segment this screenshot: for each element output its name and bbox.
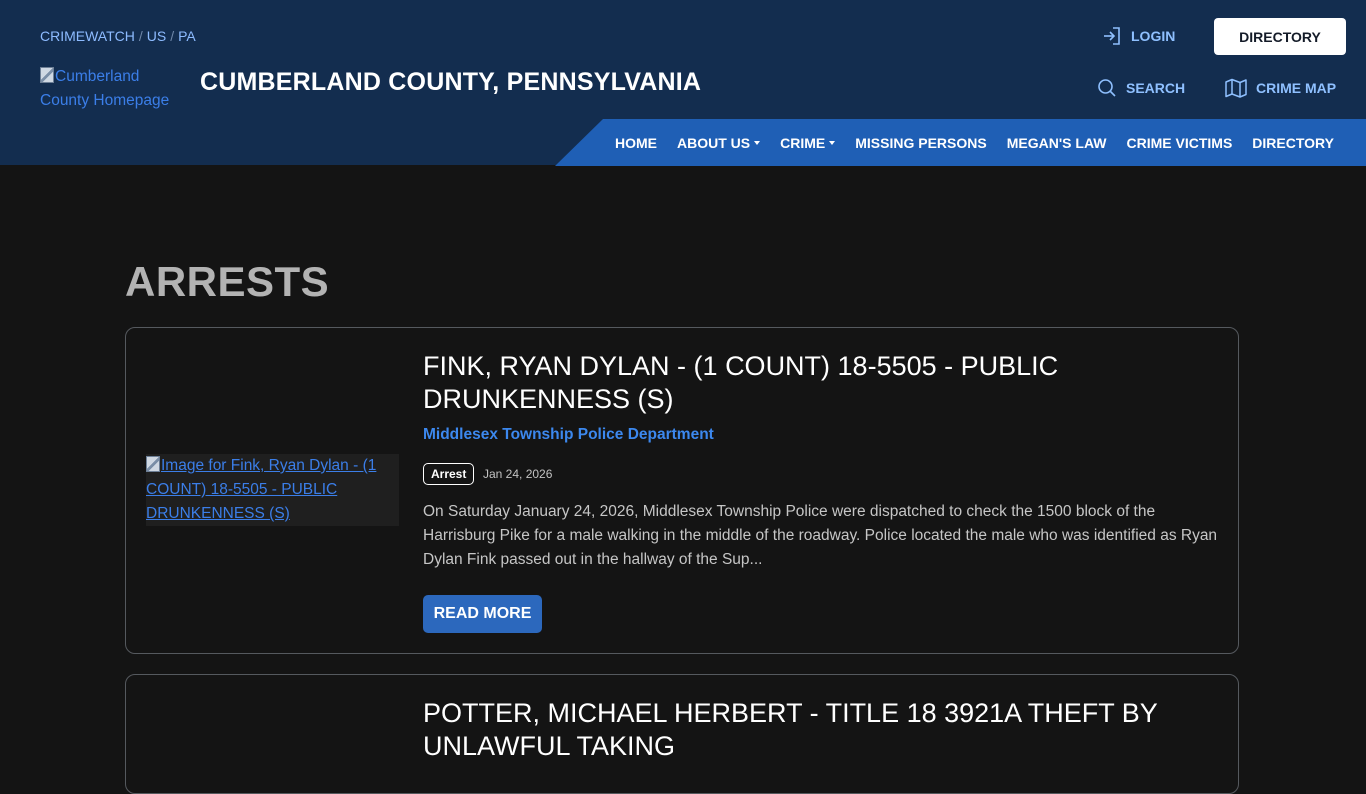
crime-map-label: CRIME MAP xyxy=(1256,80,1337,96)
login-label: LOGIN xyxy=(1131,28,1176,44)
category-badge: Arrest xyxy=(423,463,475,485)
login-arrow-icon xyxy=(1104,27,1120,45)
site-header: CRIMEWATCH / US / PA Cumberland County Homep… xyxy=(0,0,1366,166)
logo-alt-text: Cumberland County Homepage xyxy=(40,68,170,109)
nav-item-label: HOME xyxy=(615,134,657,151)
nav-item-crime-victims[interactable]: CRIME VICTIMS xyxy=(1117,135,1243,151)
nav-item-label: MEGAN'S LAW xyxy=(1006,134,1107,151)
login-link[interactable]: LOGIN xyxy=(1102,26,1175,46)
nav-item-directory[interactable]: DIRECTORY xyxy=(1242,135,1344,151)
nav-item-home[interactable]: HOME xyxy=(605,135,667,151)
broken-image-icon xyxy=(146,456,160,472)
post-card: Image for Fink, Ryan Dylan - (1 COUNT) 1… xyxy=(125,327,1239,654)
breadcrumb-us[interactable]: US xyxy=(147,28,166,44)
post-title-link[interactable]: POTTER, MICHAEL HERBERT - TITLE 18 3921A… xyxy=(423,697,1183,763)
post-title-link[interactable]: FINK, RYAN DYLAN - (1 COUNT) 18-5505 - P… xyxy=(423,350,1183,416)
nav-item-label: CRIME xyxy=(780,134,826,151)
main-nav: HOME ABOUT US CRIME MISSING PERSONS MEGA… xyxy=(605,119,1344,166)
nav-item-label: MISSING PERSONS xyxy=(855,134,987,151)
post-agency-link[interactable]: Middlesex Township Police Department xyxy=(423,426,714,444)
site-title: CUMBERLAND COUNTY, PENNSYLVANIA xyxy=(200,68,702,96)
nav-item-about-us[interactable]: ABOUT US xyxy=(667,135,770,151)
caret-down-icon xyxy=(829,140,836,145)
county-logo-link[interactable]: Cumberland County Homepage xyxy=(40,65,190,113)
breadcrumb-separator: / xyxy=(170,28,175,44)
search-label: SEARCH xyxy=(1126,80,1186,96)
caret-down-icon xyxy=(754,140,761,145)
read-more-button[interactable]: READ MORE xyxy=(423,595,542,633)
nav-item-crime[interactable]: CRIME xyxy=(770,135,845,151)
post-image-alt: Image for Fink, Ryan Dylan - (1 COUNT) 1… xyxy=(146,457,377,522)
crime-map-link[interactable]: CRIME MAP xyxy=(1225,78,1336,98)
nav-item-megans-law[interactable]: MEGAN'S LAW xyxy=(997,135,1117,151)
search-link[interactable]: SEARCH xyxy=(1097,78,1185,98)
breadcrumb-pa[interactable]: PA xyxy=(178,28,196,44)
nav-item-label: DIRECTORY xyxy=(1252,134,1334,151)
breadcrumb-separator: / xyxy=(138,28,143,44)
page-title: ARRESTS xyxy=(125,258,330,305)
nav-item-label: CRIME VICTIMS xyxy=(1126,134,1233,151)
directory-button[interactable]: DIRECTORY xyxy=(1214,18,1346,55)
post-excerpt: On Saturday January 24, 2026, Middlesex … xyxy=(423,503,1218,568)
search-icon xyxy=(1098,79,1116,97)
broken-image-icon xyxy=(40,67,54,83)
post-date: Jan 24, 2026 xyxy=(483,467,553,481)
nav-item-missing-persons[interactable]: MISSING PERSONS xyxy=(845,135,996,151)
nav-item-label: ABOUT US xyxy=(677,134,751,151)
post-image-link[interactable]: Image for Fink, Ryan Dylan - (1 COUNT) 1… xyxy=(146,454,399,526)
post-card: POTTER, MICHAEL HERBERT - TITLE 18 3921A… xyxy=(125,674,1239,794)
breadcrumb-crimewatch[interactable]: CRIMEWATCH xyxy=(40,28,135,44)
map-icon xyxy=(1225,78,1247,98)
breadcrumb: CRIMEWATCH / US / PA xyxy=(40,28,196,44)
